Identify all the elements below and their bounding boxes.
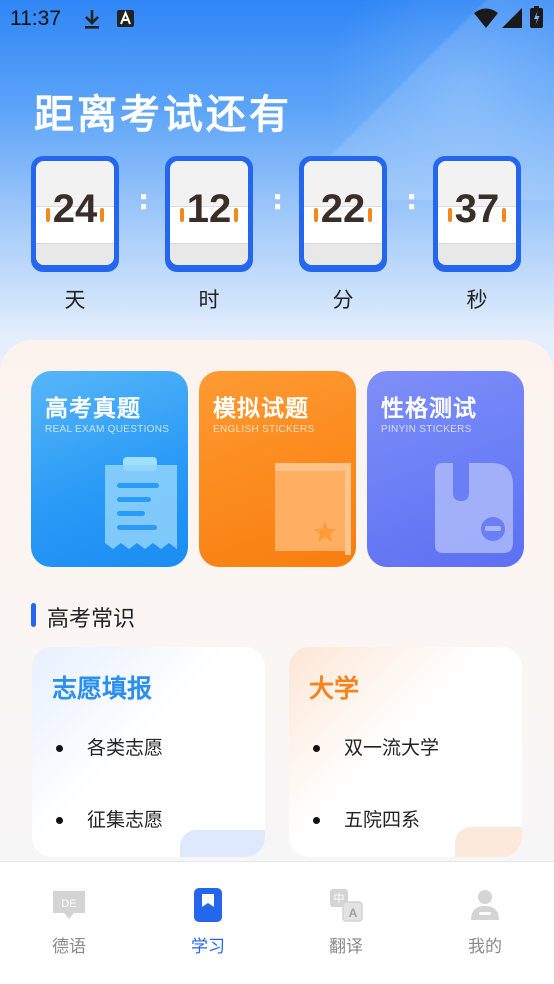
tab-label: 我的 (468, 937, 502, 957)
tab-study[interactable]: 学习 (168, 884, 248, 957)
countdown-separator: : (272, 183, 284, 216)
days-value: 24 (52, 187, 98, 231)
countdown-minutes: 22 (299, 156, 387, 272)
seconds-value: 37 (454, 187, 500, 231)
countdown-separator: : (138, 183, 150, 216)
section-marker (31, 603, 36, 627)
book-icon (275, 463, 351, 555)
countdown-days: 24 (31, 156, 119, 272)
a-letter-icon (117, 10, 134, 27)
bullet-icon (56, 817, 63, 824)
de-chat-icon: DE (53, 891, 85, 919)
tab-profile[interactable]: 我的 (445, 884, 525, 957)
card-personality-test[interactable]: 性格测试 PINYIN STICKERS (367, 371, 524, 567)
card-title: 高考真题 (45, 396, 141, 422)
hours-label: 时 (198, 288, 220, 312)
minutes-label: 分 (332, 288, 354, 312)
card-mock-exam[interactable]: 模拟试题 ENGLISH STICKERS (199, 371, 356, 567)
battery-icon (530, 6, 543, 28)
tab-label: 德语 (52, 937, 86, 957)
info-item[interactable]: 征集志愿 (56, 805, 163, 832)
decorative-shape (180, 830, 265, 857)
decorative-shape (455, 827, 522, 857)
signal-icon (502, 8, 522, 28)
status-bar: 11:37 (0, 0, 554, 38)
tab-label: 学习 (191, 937, 225, 957)
info-card-title: 志愿填报 (52, 674, 153, 703)
countdown-seconds: 37 (433, 156, 521, 272)
bookmark-icon (194, 888, 222, 922)
info-card-application[interactable]: 志愿填报 各类志愿 征集志愿 (32, 647, 265, 857)
card-real-exam[interactable]: 高考真题 REAL EXAM QUESTIONS (31, 371, 188, 567)
seconds-label: 秒 (466, 288, 488, 312)
days-label: 天 (64, 288, 86, 312)
info-card-title: 大学 (309, 674, 360, 703)
status-time: 11:37 (10, 7, 61, 30)
countdown-hours: 12 (165, 156, 253, 272)
wifi-icon (474, 8, 498, 28)
hours-value: 12 (186, 187, 232, 231)
bullet-icon (313, 745, 320, 752)
countdown-separator: : (406, 183, 418, 216)
card-subtitle: PINYIN STICKERS (381, 424, 472, 435)
bullet-icon (313, 817, 320, 824)
folder-icon (435, 463, 513, 553)
card-subtitle: ENGLISH STICKERS (213, 424, 315, 435)
card-subtitle: REAL EXAM QUESTIONS (45, 424, 170, 435)
card-title: 性格测试 (381, 396, 477, 422)
tab-translate[interactable]: 中 A 翻译 (306, 884, 386, 957)
countdown-title: 距离考试还有 (34, 92, 292, 138)
info-card-university[interactable]: 大学 双一流大学 五院四系 (289, 647, 522, 857)
translate-icon: 中 A (330, 889, 363, 922)
user-icon (471, 890, 499, 920)
tab-german[interactable]: DE 德语 (29, 884, 109, 957)
tab-label: 翻译 (329, 937, 363, 957)
bottom-tab-bar: DE 德语 学习 中 A 翻译 我的 (0, 861, 554, 984)
section-title: 高考常识 (47, 607, 136, 632)
svg-text:中: 中 (334, 892, 345, 905)
svg-text:DE: DE (61, 898, 76, 910)
svg-text:A: A (349, 906, 358, 920)
minutes-value: 22 (320, 187, 366, 231)
info-item[interactable]: 双一流大学 (313, 733, 439, 760)
info-item[interactable]: 五院四系 (313, 805, 420, 832)
receipt-icon (105, 457, 177, 549)
info-item[interactable]: 各类志愿 (56, 733, 163, 760)
bullet-icon (56, 745, 63, 752)
card-title: 模拟试题 (213, 396, 309, 422)
download-icon (85, 10, 99, 29)
